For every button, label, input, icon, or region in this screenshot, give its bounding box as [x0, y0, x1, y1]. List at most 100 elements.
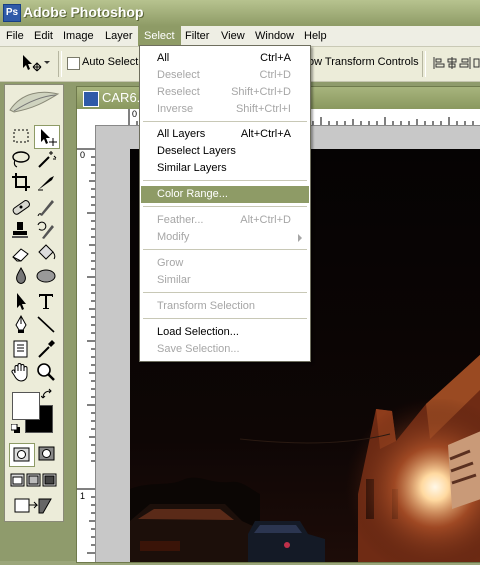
app-title: Adobe Photoshop — [23, 4, 144, 20]
paint-bucket-icon — [38, 244, 56, 260]
menu-item-label: Similar Layers — [157, 162, 227, 174]
menu-item-similar[interactable]: Similar — [141, 272, 309, 289]
options-separator — [422, 51, 426, 77]
menu-item-modify[interactable]: Modify — [141, 229, 309, 246]
menu-item-deselect[interactable]: Deselect Ctrl+D — [141, 67, 309, 84]
select-menu-dropdown: All Ctrl+A Deselect Ctrl+D Reselect Shift+C… — [139, 45, 311, 362]
dodge-tool[interactable] — [34, 265, 58, 287]
menu-bar: File Edit Image Layer Select Filter View… — [0, 26, 480, 47]
eraser-tool[interactable] — [9, 242, 33, 264]
menu-item-feather[interactable]: Feather... Alt+Ctrl+D — [141, 212, 309, 229]
menu-layer[interactable]: Layer — [99, 26, 139, 46]
menu-item-label: Inverse — [157, 103, 194, 115]
document-icon — [83, 91, 99, 107]
menu-window[interactable]: Window — [249, 26, 300, 46]
menu-select[interactable]: Select — [138, 26, 181, 46]
jump-to-icon — [14, 498, 52, 514]
line-icon — [37, 316, 55, 333]
slice-tool[interactable] — [34, 171, 58, 193]
menu-item-similar-layers[interactable]: Similar Layers — [141, 160, 309, 177]
quick-mask-mode-button[interactable] — [35, 443, 59, 465]
menu-item-label: Load Selection... — [157, 326, 239, 338]
move-tool-icon — [23, 55, 50, 72]
water-drop-icon — [16, 266, 26, 284]
magic-wand-icon — [38, 151, 57, 168]
menu-separator — [143, 180, 307, 181]
standard-mode-button[interactable] — [9, 443, 35, 467]
menu-item-grow[interactable]: Grow — [141, 255, 309, 272]
clone-stamp-tool[interactable] — [9, 219, 33, 241]
menu-item-label: Similar — [157, 274, 191, 286]
menu-item-label: Reselect — [157, 86, 200, 98]
menu-item-shortcut: Shift+Ctrl+I — [235, 103, 291, 115]
standard-mode-icon — [13, 447, 30, 462]
menu-item-reselect[interactable]: Reselect Shift+Ctrl+D — [141, 84, 309, 101]
bandage-icon — [12, 200, 30, 215]
menu-filter[interactable]: Filter — [179, 26, 215, 46]
toolbox — [4, 84, 64, 522]
feather-logo-icon — [9, 91, 60, 113]
magic-wand-tool[interactable] — [34, 148, 58, 170]
ruler-vertical[interactable]: 0 1 — [77, 125, 96, 562]
menu-edit[interactable]: Edit — [28, 26, 59, 46]
type-tool[interactable] — [34, 290, 58, 312]
auto-select-checkbox[interactable] — [67, 57, 80, 70]
brush-tool[interactable] — [34, 196, 58, 218]
options-separator — [58, 51, 62, 77]
menu-item-save-selection[interactable]: Save Selection... — [141, 341, 309, 358]
selection-arrow-icon — [17, 293, 26, 310]
menu-item-all[interactable]: All Ctrl+A — [141, 50, 309, 67]
path-selection-tool[interactable] — [9, 290, 33, 312]
history-brush-tool[interactable] — [34, 219, 58, 241]
menu-item-label: Deselect — [157, 69, 200, 81]
menu-item-shortcut: Ctrl+A — [260, 52, 291, 64]
document-title: CAR6. — [102, 90, 141, 105]
move-icon — [41, 129, 57, 146]
menu-separator — [143, 249, 307, 250]
line-tool[interactable] — [34, 313, 58, 335]
menu-item-all-layers[interactable]: All Layers Alt+Ctrl+A — [141, 126, 309, 143]
blur-tool[interactable] — [9, 265, 33, 287]
rectangular-marquee-tool[interactable] — [9, 125, 33, 147]
menu-help[interactable]: Help — [298, 26, 333, 46]
menu-view[interactable]: View — [215, 26, 251, 46]
zoom-tool[interactable] — [34, 361, 58, 383]
notes-tool[interactable] — [9, 338, 33, 360]
menu-item-shortcut: Shift+Ctrl+D — [231, 86, 291, 98]
menu-item-transform-selection[interactable]: Transform Selection — [141, 298, 309, 315]
menu-item-color-range[interactable]: Color Range... — [141, 186, 309, 203]
menu-file[interactable]: File — [0, 26, 30, 46]
jump-to-imageready-button[interactable] — [13, 496, 55, 516]
eyedropper-tool[interactable] — [34, 338, 58, 360]
default-colors-icon[interactable] — [10, 423, 21, 437]
tool-preset-picker[interactable] — [16, 52, 50, 74]
lasso-tool[interactable] — [9, 148, 33, 170]
menu-item-inverse[interactable]: Inverse Shift+Ctrl+I — [141, 101, 309, 118]
menu-separator — [143, 292, 307, 293]
menu-item-label: All — [157, 52, 170, 64]
move-tool[interactable] — [34, 125, 60, 149]
photoshop-logo-icon: Ps — [3, 4, 21, 22]
brush-icon — [37, 200, 54, 217]
paint-bucket-tool[interactable] — [34, 242, 58, 264]
hand-tool[interactable] — [9, 361, 33, 383]
ruler-vertical-label: 0 — [80, 150, 86, 160]
screen-mode-buttons[interactable] — [10, 471, 58, 489]
crop-tool[interactable] — [9, 171, 33, 193]
ruler-corner[interactable] — [77, 109, 96, 126]
align-icons[interactable] — [432, 56, 480, 70]
stamp-icon — [12, 222, 28, 238]
menu-item-deselect-layers[interactable]: Deselect Layers — [141, 143, 309, 160]
note-icon — [13, 340, 28, 358]
pen-tool[interactable] — [9, 313, 33, 335]
menu-item-label: Transform Selection — [157, 300, 256, 312]
menu-item-load-selection[interactable]: Load Selection... — [141, 324, 309, 341]
menu-image[interactable]: Image — [57, 26, 100, 46]
healing-brush-tool[interactable] — [9, 196, 33, 218]
swap-colors-icon[interactable] — [40, 388, 55, 403]
dodge-sponge-icon — [36, 269, 56, 283]
foreground-color-swatch[interactable] — [12, 392, 40, 420]
menu-item-label: Deselect Layers — [157, 145, 236, 157]
eyedropper-icon — [38, 340, 55, 358]
menu-item-label: Feather... — [157, 214, 204, 226]
